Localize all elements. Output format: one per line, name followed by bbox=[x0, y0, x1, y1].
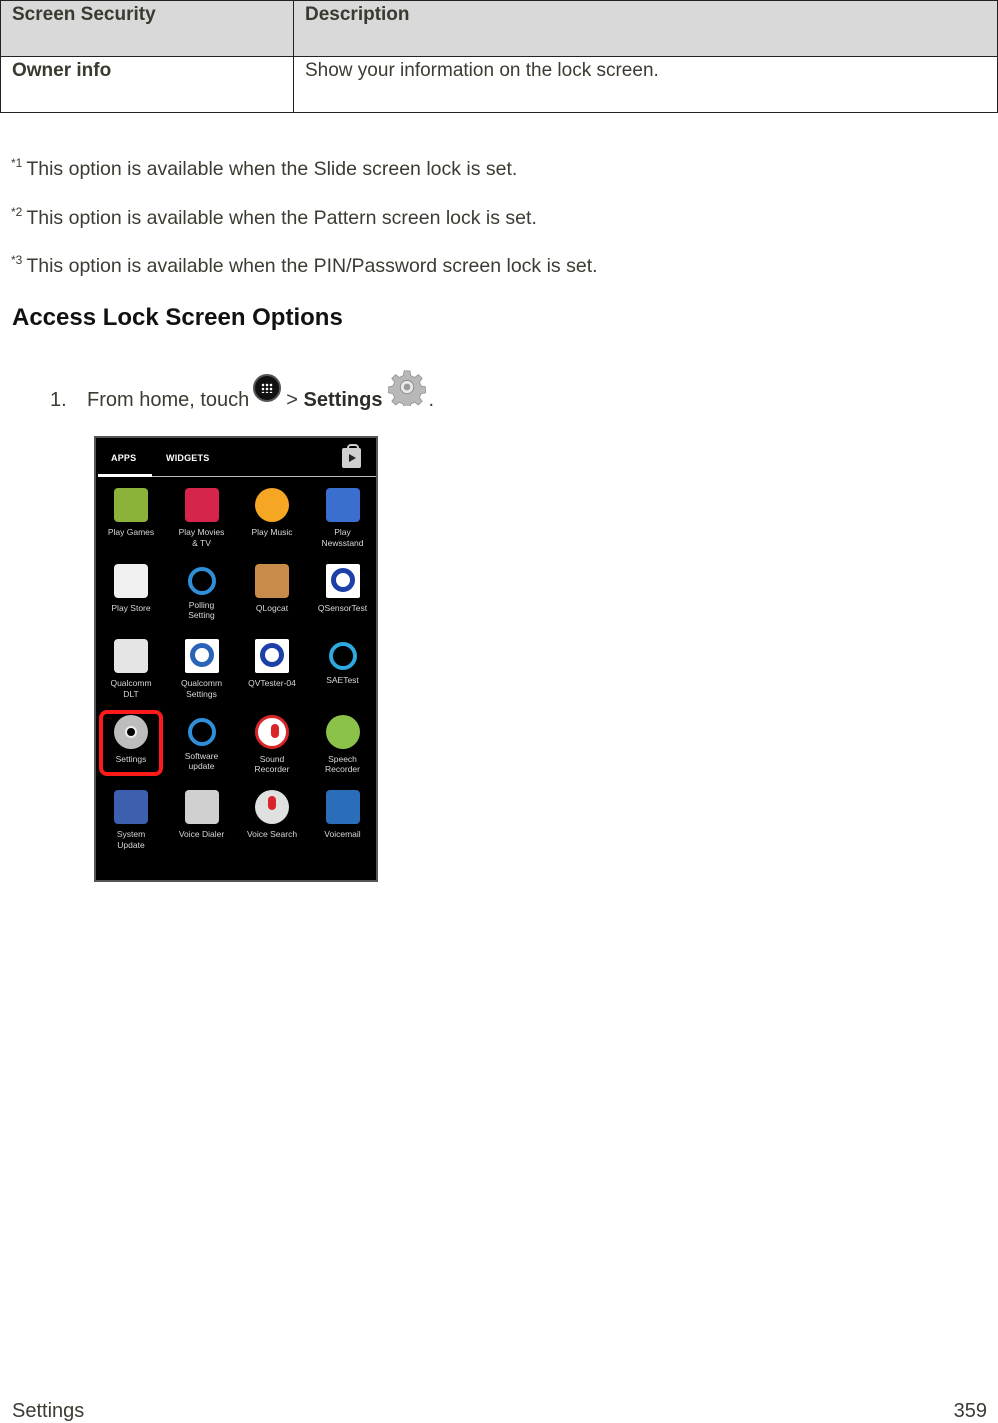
app-sound-recorder[interactable]: Sound Recorder bbox=[237, 714, 307, 775]
active-tab-indicator bbox=[98, 474, 152, 477]
app-label: Sound Recorder bbox=[254, 753, 290, 775]
settings-gear-icon bbox=[388, 370, 427, 406]
footnote-text: This option is available when the PIN/Pa… bbox=[26, 255, 598, 277]
app-system-update[interactable]: System Update bbox=[96, 790, 166, 850]
screen-security-table: Screen Security Description Owner info S… bbox=[0, 0, 998, 113]
app-label: Play Movies & TV bbox=[178, 527, 225, 548]
column-header-description: Description bbox=[293, 0, 998, 57]
app-label: QSensorTest bbox=[317, 602, 368, 613]
app-label: Play Games bbox=[107, 527, 155, 537]
qualcomm-q-icon bbox=[325, 563, 360, 598]
section-heading: Access Lock Screen Options bbox=[12, 304, 343, 331]
table-header-row: Screen Security Description bbox=[0, 0, 998, 57]
settings-label: Settings bbox=[303, 389, 383, 411]
footnote-1: *1 This option is available when the Slid… bbox=[11, 156, 518, 181]
app-software-update[interactable]: Software update bbox=[167, 715, 237, 772]
app-label: Play Newsstand bbox=[321, 527, 364, 548]
microphone-icon bbox=[255, 714, 289, 749]
footnote-3: *3 This option is available when the PIN/… bbox=[11, 253, 598, 278]
table-row: Owner info Show your information on the … bbox=[0, 56, 998, 113]
app-label: Play Music bbox=[251, 527, 293, 537]
footnote-marker: *3 bbox=[11, 253, 23, 267]
settings-highlight-box bbox=[99, 710, 163, 776]
app-qlogcat[interactable]: QLogcat bbox=[237, 563, 307, 614]
microphone-icon bbox=[255, 790, 289, 824]
app-polling-setting[interactable]: Polling Setting bbox=[167, 564, 237, 621]
app-drawer-tabs: APPS WIDGETS bbox=[96, 438, 376, 478]
app-voicemail[interactable]: Voicemail bbox=[308, 790, 377, 840]
footer-section-name: Settings bbox=[12, 1400, 85, 1422]
newspaper-icon bbox=[325, 488, 360, 522]
option-cell: Owner info bbox=[0, 56, 294, 113]
app-label: Qualcomm DLT bbox=[110, 678, 152, 699]
column-header-screen-security: Screen Security bbox=[0, 0, 294, 57]
sync-arrows-icon bbox=[187, 717, 216, 746]
app-qvtester-04[interactable]: QVTester-04 bbox=[237, 639, 307, 689]
app-label: QVTester-04 bbox=[248, 678, 296, 688]
app-label: Voice Search bbox=[246, 829, 298, 839]
apps-icon bbox=[253, 374, 282, 402]
speaker-grille-icon bbox=[184, 790, 219, 824]
app-label: Polling Setting bbox=[188, 599, 215, 621]
play-store-bag-icon[interactable] bbox=[342, 444, 361, 468]
magnifier-icon bbox=[328, 642, 357, 670]
app-label: Play Store bbox=[111, 602, 151, 613]
page-number: 359 bbox=[953, 1400, 987, 1422]
app-qualcomm-settings[interactable]: Qualcomm Settings bbox=[167, 639, 237, 699]
clipboard-icon bbox=[255, 563, 289, 598]
footnote-text: This option is available when the Slide … bbox=[26, 158, 518, 180]
app-play-games[interactable]: Play Games bbox=[96, 488, 166, 538]
app-label: Qualcomm Settings bbox=[180, 678, 223, 699]
voicemail-icon bbox=[325, 790, 360, 824]
step-text: From home, touch bbox=[87, 389, 250, 411]
sync-arrows-icon bbox=[187, 566, 216, 595]
app-play-music[interactable]: Play Music bbox=[237, 488, 307, 538]
app-label: Software update bbox=[184, 750, 219, 772]
step-1: 1. From home, touch > Settings . bbox=[50, 368, 434, 412]
footnote-marker: *1 bbox=[11, 156, 23, 170]
qualcomm-q-icon bbox=[184, 639, 219, 673]
app-drawer-screenshot: APPS WIDGETS Play Games Play Movies & TV P… bbox=[94, 436, 378, 882]
app-label: Voice Dialer bbox=[178, 829, 225, 839]
app-saetest[interactable]: SAETest bbox=[308, 639, 377, 686]
app-label: SAETest bbox=[326, 675, 359, 685]
tab-apps[interactable]: APPS bbox=[111, 453, 136, 463]
app-play-store[interactable]: Play Store bbox=[96, 563, 166, 614]
tab-widgets[interactable]: WIDGETS bbox=[166, 453, 209, 463]
step-number: 1. bbox=[50, 389, 67, 411]
headphones-icon bbox=[255, 488, 289, 522]
app-label: Speech Recorder bbox=[325, 753, 360, 775]
app-qsensortest[interactable]: QSensorTest bbox=[308, 563, 377, 614]
description-cell: Show your information on the lock screen… bbox=[293, 56, 998, 113]
tools-icon bbox=[114, 790, 148, 824]
qualcomm-q-icon bbox=[255, 639, 289, 673]
app-play-movies-tv[interactable]: Play Movies & TV bbox=[167, 488, 237, 548]
app-label: Voicemail bbox=[324, 829, 361, 839]
footnote-2: *2 This option is available when the Patt… bbox=[11, 205, 537, 230]
app-label: QLogcat bbox=[255, 602, 289, 613]
app-voice-search[interactable]: Voice Search bbox=[237, 790, 307, 840]
android-robot-icon bbox=[325, 714, 360, 749]
app-label: System Update bbox=[116, 829, 146, 850]
app-play-newsstand[interactable]: Play Newsstand bbox=[308, 488, 377, 548]
step-separator: > bbox=[286, 389, 298, 411]
app-voice-dialer[interactable]: Voice Dialer bbox=[167, 790, 237, 840]
step-period: . bbox=[428, 389, 435, 411]
gamepad-icon bbox=[114, 488, 148, 522]
app-speech-recorder[interactable]: Speech Recorder bbox=[308, 714, 377, 775]
footnote-marker: *2 bbox=[11, 205, 23, 219]
shopping-bag-icon bbox=[114, 563, 148, 598]
footnote-text: This option is available when the Patter… bbox=[26, 207, 537, 229]
film-icon bbox=[184, 488, 219, 522]
app-qualcomm-dlt[interactable]: Qualcomm DLT bbox=[96, 639, 166, 699]
pushpin-dlt-icon bbox=[114, 639, 148, 673]
